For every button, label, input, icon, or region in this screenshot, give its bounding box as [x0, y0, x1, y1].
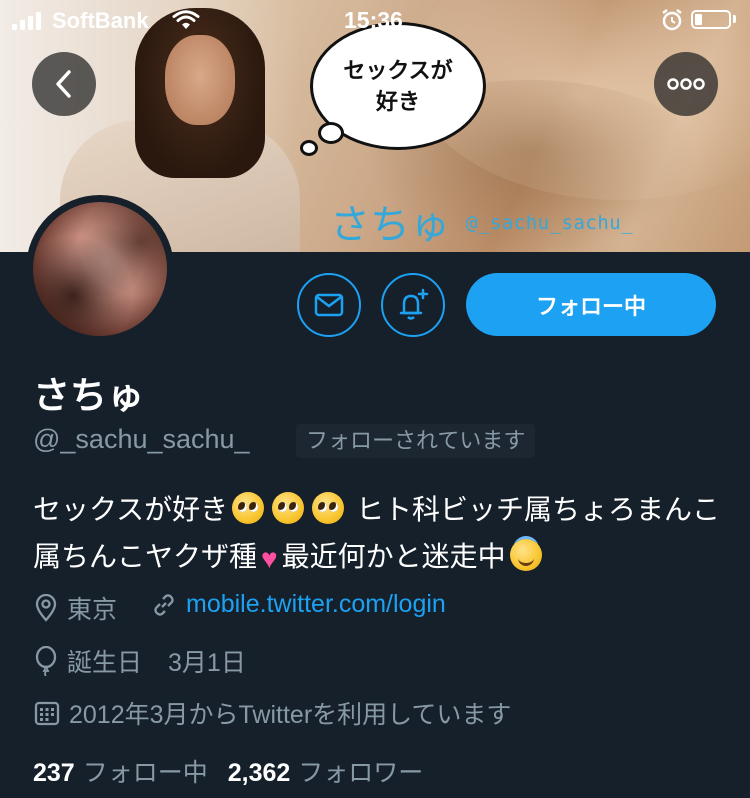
user-handle: @_sachu_sachu_: [33, 424, 250, 454]
website-link[interactable]: mobile.twitter.com/login: [186, 590, 446, 619]
location-text: 東京: [67, 596, 118, 624]
message-button[interactable]: [297, 273, 361, 337]
location: 東京: [33, 590, 117, 626]
status-time: 15:36: [344, 7, 403, 33]
more-icon: [667, 78, 705, 90]
pleading-face-emoji: [232, 492, 265, 524]
battery-icon: [691, 10, 731, 29]
follows-you-badge: フォローされています: [296, 424, 536, 458]
avatar[interactable]: [33, 202, 167, 336]
signal-icon: [12, 12, 41, 30]
mail-icon: [314, 293, 344, 317]
angel-face-emoji: [509, 539, 542, 571]
display-name: さちゅ: [33, 375, 144, 416]
followers-label: フォロワー: [298, 759, 424, 787]
followers-stat[interactable]: 2,362 フォロワー: [228, 753, 424, 789]
birthday-label: 誕生日: [67, 649, 143, 677]
birthday-date: 3月1日: [168, 649, 246, 677]
follow-stats: 237 フォロー中 2,362 フォロワー: [33, 753, 423, 789]
bio: セックスが好き ヒト科ビッチ属ちょろまんこ属ちんこヤクザ種 ♥ 最近何かと迷走中: [33, 486, 723, 582]
notifications-button[interactable]: [381, 273, 445, 337]
banner-handle: @_sachu_sachu_: [466, 212, 634, 234]
carrier-name: SoftBank: [52, 8, 149, 33]
join-date-text: 2012年3月からTwitterを利用しています: [69, 701, 512, 729]
bio-text-1: セックスが好き: [33, 494, 229, 525]
following-count: 237: [33, 759, 75, 787]
back-button[interactable]: [32, 52, 96, 116]
wifi-icon: [172, 10, 200, 36]
pleading-face-emoji: [312, 492, 345, 524]
bio-text-3: 最近何かと迷走中: [281, 541, 506, 572]
link-icon: [154, 593, 174, 616]
banner-name: さちゅ: [330, 203, 450, 247]
status-bar: SoftBank 15:36: [0, 0, 750, 40]
bell-plus-icon: [399, 288, 429, 320]
back-arrow-icon: [56, 70, 71, 98]
balloon-icon: [35, 646, 57, 676]
alarm-icon: [660, 8, 684, 38]
bubble-text: セックスが好き: [343, 58, 453, 114]
location-pin-icon: [35, 594, 57, 622]
following-stat[interactable]: 237 フォロー中: [33, 753, 208, 789]
heart-emoji: ♥: [261, 543, 278, 574]
website[interactable]: mobile.twitter.com/login: [150, 590, 446, 619]
following-label: フォロー中: [82, 759, 208, 787]
following-button[interactable]: フォロー中: [466, 273, 716, 336]
calendar-icon: [34, 701, 60, 726]
birthday: 誕生日 3月1日: [33, 643, 246, 679]
followers-count: 2,362: [227, 759, 291, 787]
join-date: 2012年3月からTwitterを利用しています: [33, 695, 511, 731]
more-options-button[interactable]: [654, 52, 718, 116]
pleading-face-emoji: [272, 492, 305, 524]
